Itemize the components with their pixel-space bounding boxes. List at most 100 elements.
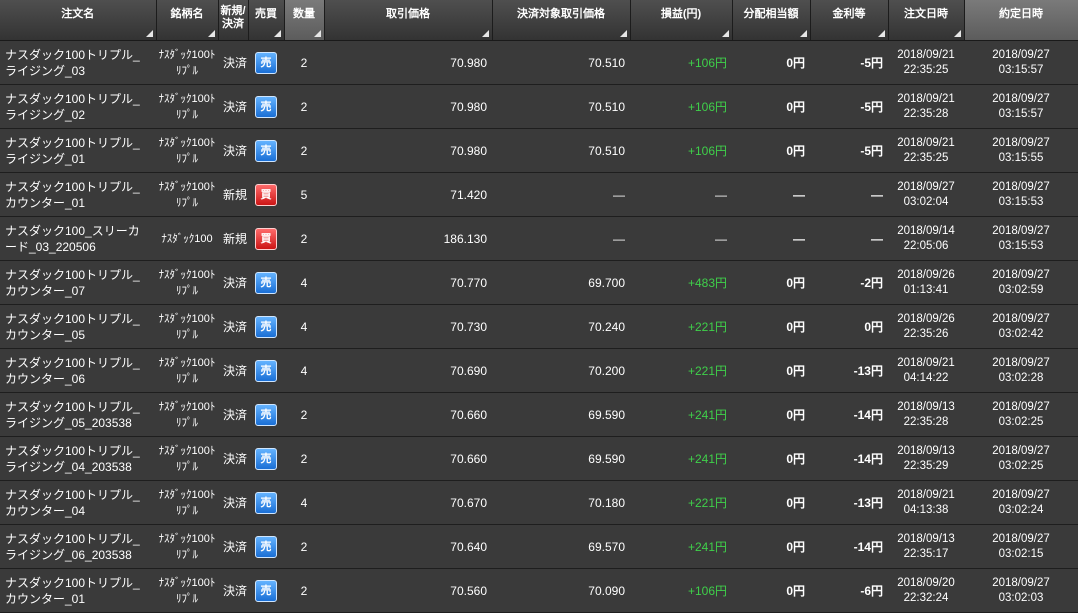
profit-loss: +241円: [630, 436, 732, 481]
trade-price: 70.640: [324, 524, 492, 569]
col-header-order-datetime[interactable]: 注文日時: [888, 0, 965, 41]
quantity: 4: [284, 304, 324, 349]
sort-indicator-icon: [145, 30, 153, 37]
order-date: 2018/09/21: [897, 136, 955, 149]
side-cell: 売: [248, 568, 284, 613]
table-row[interactable]: ナスダック100トリプル_カウンター_07 ﾅｽﾀﾞｯｸ100ﾄﾘﾌﾟﾙ 決済 …: [0, 260, 1078, 305]
order-datetime: 2018/09/27 03:02:04: [888, 172, 964, 217]
quantity: 2: [284, 568, 324, 613]
exec-time: 03:02:24: [998, 503, 1044, 516]
exec-time: 03:15:57: [998, 107, 1044, 120]
symbol-name: ﾅｽﾀﾞｯｸ100ﾄﾘﾌﾟﾙ: [156, 172, 218, 217]
side-badge: 買: [255, 183, 277, 206]
order-type: 決済: [218, 436, 248, 481]
side-cell: 買: [248, 172, 284, 217]
table-row[interactable]: ナスダック100トリプル_カウンター_04 ﾅｽﾀﾞｯｸ100ﾄﾘﾌﾟﾙ 決済 …: [0, 480, 1078, 525]
exec-datetime: 2018/09/27 03:02:42: [964, 304, 1078, 349]
table-row[interactable]: ナスダック100トリプル_カウンター_01 ﾅｽﾀﾞｯｸ100ﾄﾘﾌﾟﾙ 決済 …: [0, 568, 1078, 613]
order-time: 03:02:04: [903, 195, 949, 208]
settle-price: 70.240: [492, 304, 630, 349]
side-badge: 売: [255, 403, 277, 426]
order-datetime: 2018/09/26 01:13:41: [888, 260, 964, 305]
table-row[interactable]: ナスダック100トリプル_ライジング_02 ﾅｽﾀﾞｯｸ100ﾄﾘﾌﾟﾙ 決済 …: [0, 84, 1078, 129]
side-badge: 売: [255, 315, 277, 338]
profit-loss: +106円: [630, 40, 732, 85]
col-header-side[interactable]: 売買: [248, 0, 285, 41]
col-header-price[interactable]: 取引価格: [324, 0, 493, 41]
order-datetime: 2018/09/26 22:35:26: [888, 304, 964, 349]
exec-date: 2018/09/27: [992, 576, 1050, 589]
exec-time: 03:15:57: [998, 63, 1044, 76]
col-header-symbol[interactable]: 銘柄名: [156, 0, 219, 41]
order-type: 決済: [218, 260, 248, 305]
interest-amount: -6円: [810, 568, 888, 613]
col-header-distribution[interactable]: 分配相当額: [732, 0, 811, 41]
col-header-qty[interactable]: 数量: [284, 0, 325, 41]
sort-indicator-icon: [877, 30, 885, 37]
distribution-amount: 0円: [732, 392, 810, 437]
table-row[interactable]: ナスダック100トリプル_ライジング_04_203538 ﾅｽﾀﾞｯｸ100ﾄﾘ…: [0, 436, 1078, 481]
col-header-interest[interactable]: 金利等: [810, 0, 889, 41]
order-date: 2018/09/13: [897, 400, 955, 413]
distribution-amount: —: [732, 172, 810, 217]
side-cell: 売: [248, 304, 284, 349]
order-type: 新規: [218, 216, 248, 261]
table-row[interactable]: ナスダック100トリプル_カウンター_06 ﾅｽﾀﾞｯｸ100ﾄﾘﾌﾟﾙ 決済 …: [0, 348, 1078, 393]
distribution-amount: 0円: [732, 480, 810, 525]
table-row[interactable]: ナスダック100トリプル_ライジング_03 ﾅｽﾀﾞｯｸ100ﾄﾘﾌﾟﾙ 決済 …: [0, 40, 1078, 85]
order-datetime: 2018/09/21 22:35:25: [888, 40, 964, 85]
symbol-name: ﾅｽﾀﾞｯｸ100ﾄﾘﾌﾟﾙ: [156, 40, 218, 85]
distribution-amount: 0円: [732, 568, 810, 613]
interest-amount: -14円: [810, 436, 888, 481]
exec-date: 2018/09/27: [992, 400, 1050, 413]
order-type: 決済: [218, 524, 248, 569]
settle-price: 70.510: [492, 84, 630, 129]
table-row[interactable]: ナスダック100トリプル_ライジング_05_203538 ﾅｽﾀﾞｯｸ100ﾄﾘ…: [0, 392, 1078, 437]
symbol-name: ﾅｽﾀﾞｯｸ100ﾄﾘﾌﾟﾙ: [156, 436, 218, 481]
symbol-name: ﾅｽﾀﾞｯｸ100ﾄﾘﾌﾟﾙ: [156, 480, 218, 525]
table-row[interactable]: ナスダック100トリプル_ライジング_06_203538 ﾅｽﾀﾞｯｸ100ﾄﾘ…: [0, 524, 1078, 569]
quantity: 2: [284, 216, 324, 261]
order-name: ナスダック100トリプル_ライジング_04_203538: [0, 436, 156, 481]
profit-loss: —: [630, 216, 732, 261]
order-name: ナスダック100トリプル_ライジング_06_203538: [0, 524, 156, 569]
order-datetime: 2018/09/21 22:35:25: [888, 128, 964, 173]
order-type: 決済: [218, 128, 248, 173]
side-cell: 売: [248, 348, 284, 393]
exec-date: 2018/09/27: [992, 356, 1050, 369]
order-date: 2018/09/20: [897, 576, 955, 589]
table-row[interactable]: ナスダック100トリプル_カウンター_01 ﾅｽﾀﾞｯｸ100ﾄﾘﾌﾟﾙ 新規 …: [0, 172, 1078, 217]
quantity: 4: [284, 260, 324, 305]
order-name: ナスダック100トリプル_カウンター_07: [0, 260, 156, 305]
table-row[interactable]: ナスダック100トリプル_ライジング_01 ﾅｽﾀﾞｯｸ100ﾄﾘﾌﾟﾙ 決済 …: [0, 128, 1078, 173]
order-name: ナスダック100トリプル_ライジング_02: [0, 84, 156, 129]
exec-time: 03:02:03: [998, 591, 1044, 604]
col-header-settle-price[interactable]: 決済対象取引価格: [492, 0, 631, 41]
order-type: 新規: [218, 172, 248, 217]
distribution-amount: 0円: [732, 84, 810, 129]
profit-loss: +106円: [630, 128, 732, 173]
order-date: 2018/09/26: [897, 268, 955, 281]
trade-price: 70.980: [324, 128, 492, 173]
order-date: 2018/09/27: [897, 180, 955, 193]
exec-time: 03:02:59: [998, 283, 1044, 296]
order-datetime: 2018/09/13 22:35:29: [888, 436, 964, 481]
col-header-type[interactable]: 新規/決済: [218, 0, 249, 41]
exec-date: 2018/09/27: [992, 180, 1050, 193]
col-header-exec-datetime[interactable]: 約定日時: [964, 0, 1078, 41]
exec-time: 03:02:25: [998, 415, 1044, 428]
col-header-name[interactable]: 注文名: [0, 0, 157, 41]
distribution-amount: 0円: [732, 304, 810, 349]
exec-time: 03:02:42: [998, 327, 1044, 340]
col-header-pl[interactable]: 損益(円): [630, 0, 733, 41]
quantity: 2: [284, 524, 324, 569]
order-date: 2018/09/13: [897, 444, 955, 457]
exec-date: 2018/09/27: [992, 444, 1050, 457]
order-time: 22:35:25: [903, 63, 949, 76]
distribution-amount: —: [732, 216, 810, 261]
table-row[interactable]: ナスダック100トリプル_カウンター_05 ﾅｽﾀﾞｯｸ100ﾄﾘﾌﾟﾙ 決済 …: [0, 304, 1078, 349]
exec-date: 2018/09/27: [992, 224, 1050, 237]
interest-amount: -14円: [810, 524, 888, 569]
interest-amount: -14円: [810, 392, 888, 437]
table-row[interactable]: ナスダック100_スリーカード_03_220506 ﾅｽﾀﾞｯｸ100 新規 買…: [0, 216, 1078, 261]
